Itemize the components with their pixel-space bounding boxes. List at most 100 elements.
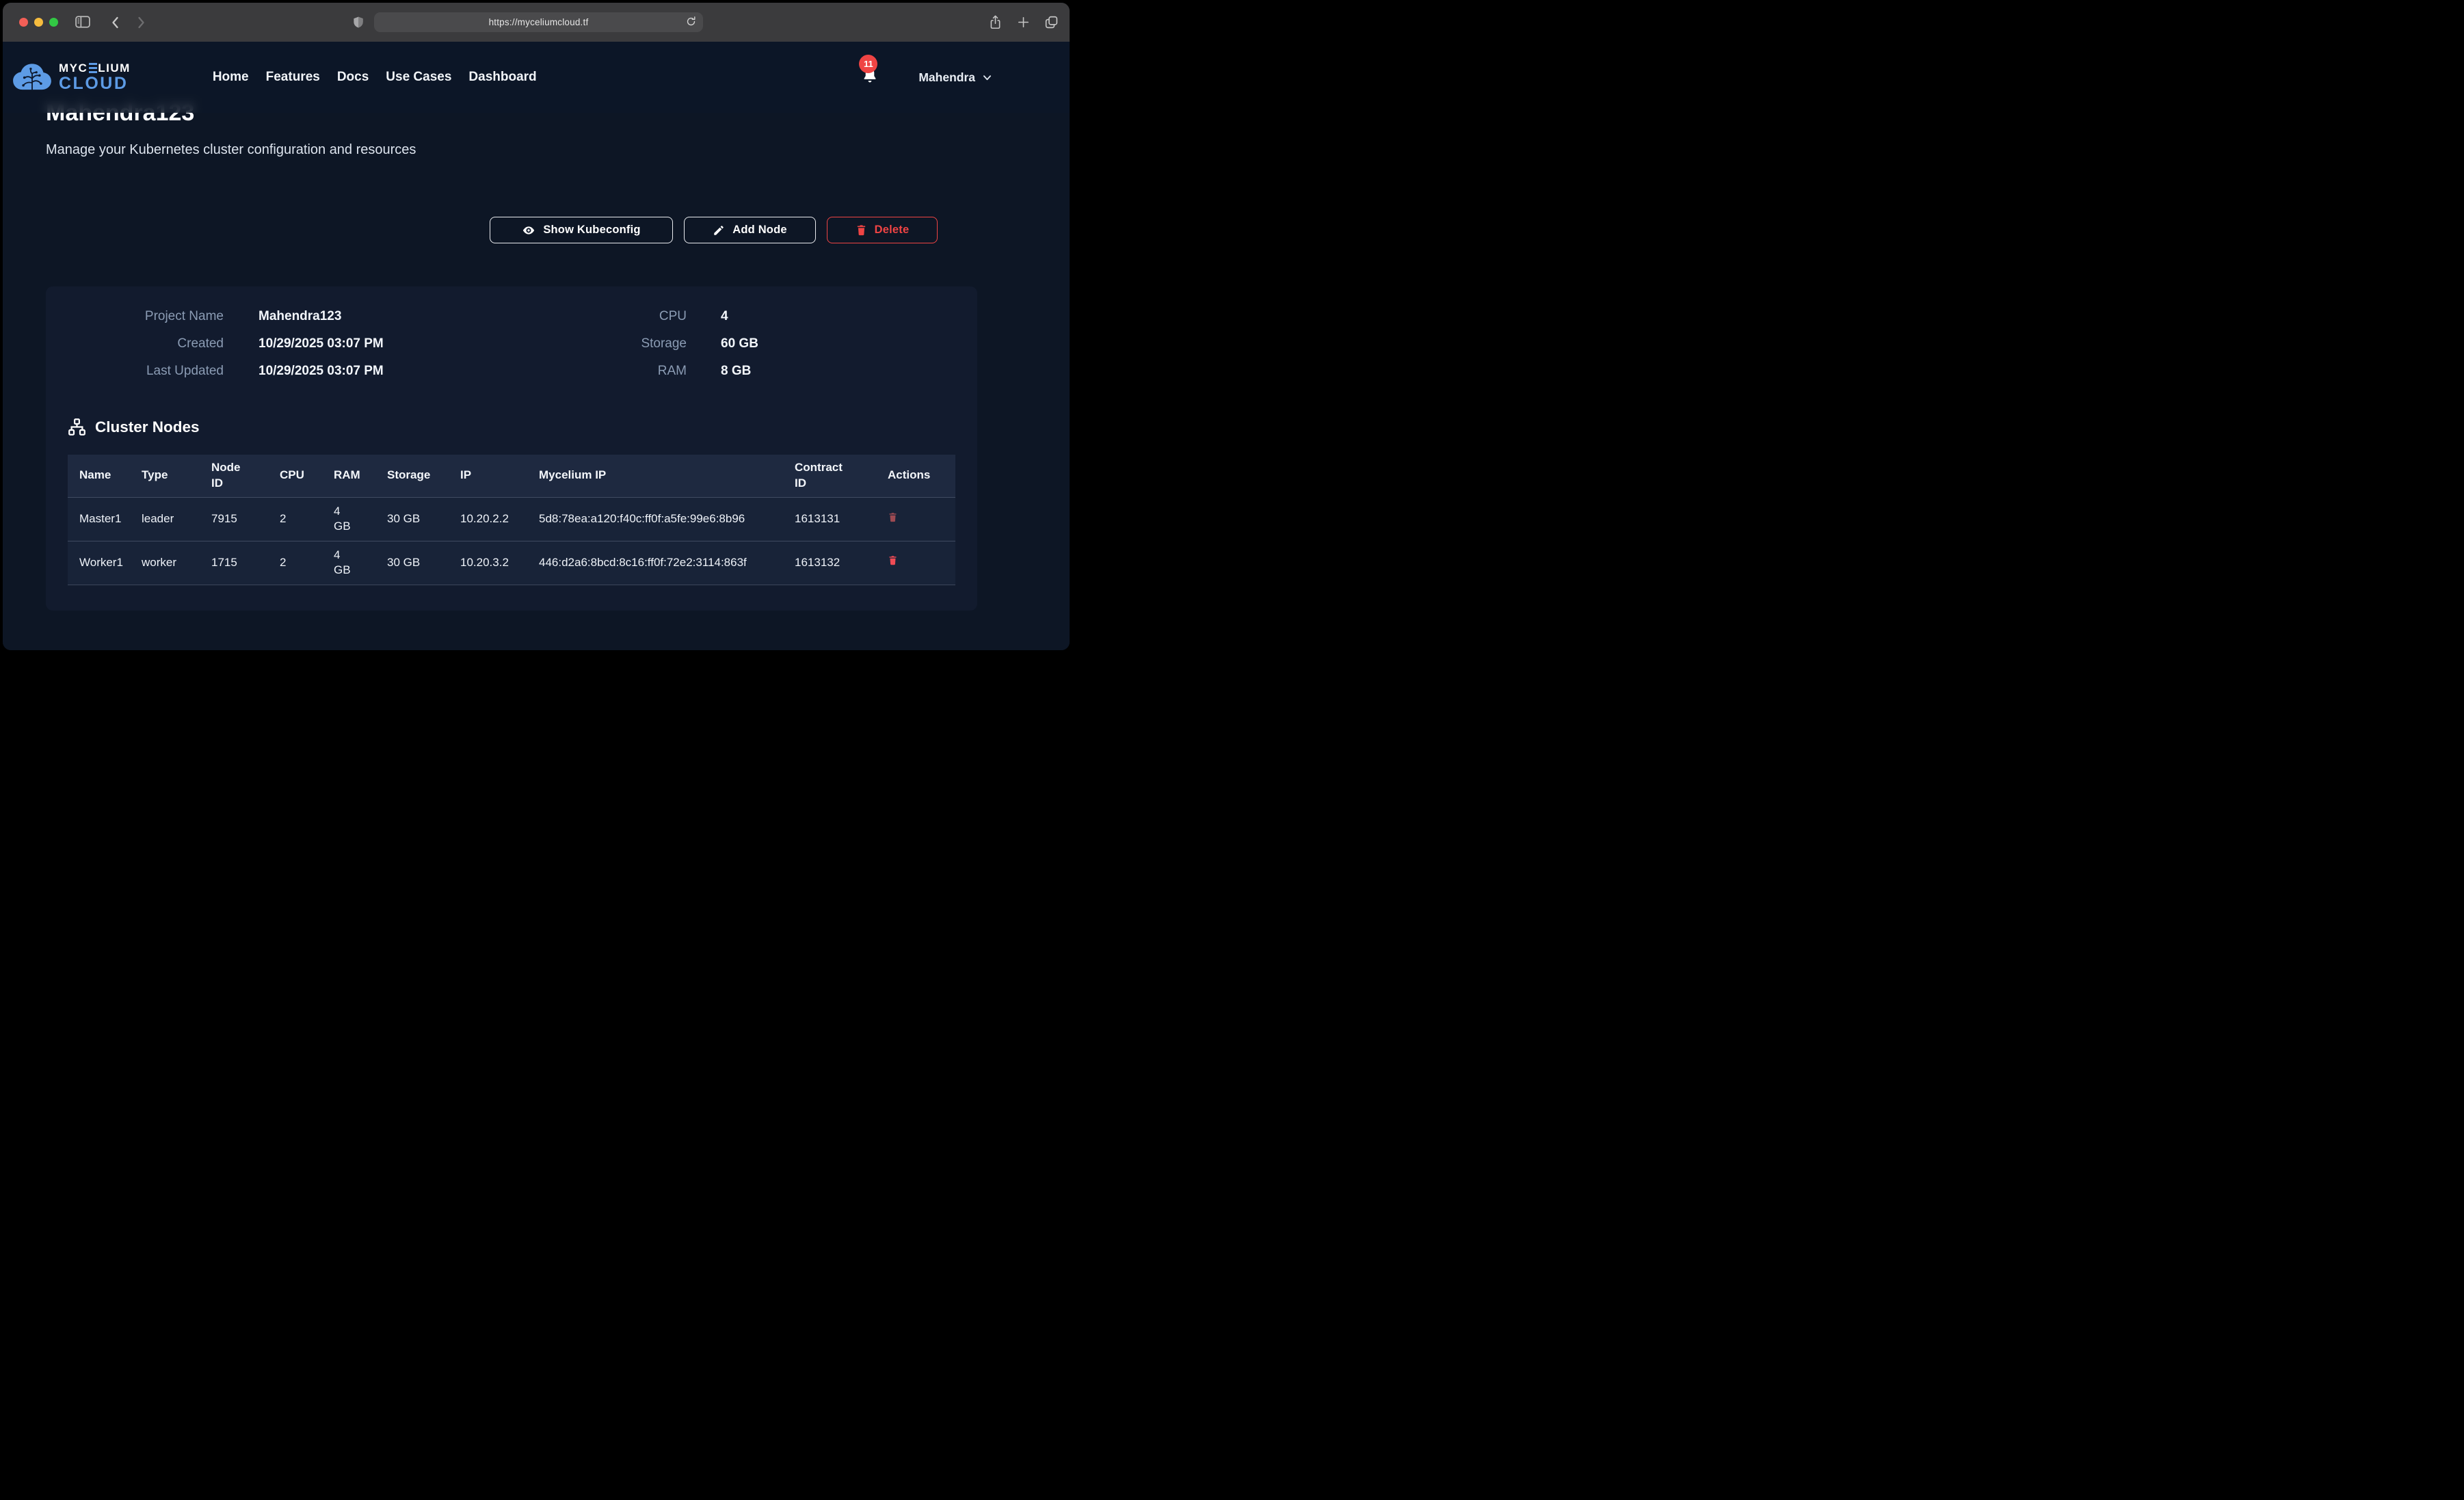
- minimize-window-button[interactable]: [34, 18, 43, 27]
- delete-node-button[interactable]: [888, 554, 898, 568]
- col-name: Name: [68, 455, 142, 497]
- nav-link-use-cases[interactable]: Use Cases: [386, 70, 451, 85]
- page-viewport: Mahendra123 Manage your Kubernetes clust…: [3, 42, 1070, 650]
- sidebar-toggle-icon[interactable]: [75, 16, 90, 28]
- trash-icon: [888, 554, 898, 566]
- privacy-shield-icon[interactable]: [352, 16, 365, 33]
- node-mycelium-ip: 446:d2a6:8bcd:8c16:ff0f:72e2:3114:863f: [539, 541, 795, 585]
- node-actions: [888, 497, 955, 541]
- trash-icon: [856, 224, 867, 237]
- mycelium-cloud-logo-icon: [11, 60, 53, 94]
- info-label: Created: [68, 336, 224, 351]
- back-button[interactable]: [109, 15, 122, 30]
- site-logo[interactable]: MYCLIUM CLOUD: [11, 60, 131, 94]
- col-ip: IP: [460, 455, 539, 497]
- browser-chrome: https://myceliumcloud.tf: [3, 3, 1070, 42]
- plus-icon: [1017, 16, 1030, 29]
- cluster-nodes-table: Name Type Node ID CPU RAM Storage IP Myc…: [68, 455, 955, 585]
- tab-overview-button[interactable]: [1044, 15, 1059, 29]
- zoom-window-button[interactable]: [49, 18, 58, 27]
- node-id: 7915: [211, 497, 280, 541]
- table-row: Worker1 worker 1715 2 4 GB 30 GB 10.20.3…: [68, 541, 955, 585]
- site-navbar: MYCLIUM CLOUD Home Features Docs Use Cas…: [3, 42, 1070, 113]
- node-actions: [888, 541, 955, 585]
- info-label: RAM: [564, 364, 687, 379]
- show-kubeconfig-button[interactable]: Show Kubeconfig: [490, 217, 673, 243]
- delete-node-button[interactable]: [888, 511, 898, 525]
- node-id: 1715: [211, 541, 280, 585]
- info-value: 8 GB: [721, 364, 751, 379]
- col-cpu: CPU: [280, 455, 334, 497]
- info-label: Project Name: [68, 309, 224, 324]
- user-name: Mahendra: [918, 70, 975, 85]
- cluster-actions: Show Kubeconfig Add Node Delete: [46, 217, 972, 243]
- forward-button[interactable]: [134, 15, 148, 30]
- show-kubeconfig-label: Show Kubeconfig: [543, 224, 640, 237]
- info-row-last-updated: Last Updated 10/29/2025 03:07 PM: [68, 364, 564, 379]
- info-label: Last Updated: [68, 364, 224, 379]
- delete-label: Delete: [875, 224, 910, 237]
- close-window-button[interactable]: [19, 18, 28, 27]
- nav-link-features[interactable]: Features: [266, 70, 320, 85]
- info-value: 60 GB: [721, 336, 758, 351]
- info-label: Storage: [564, 336, 687, 351]
- address-bar[interactable]: https://myceliumcloud.tf: [374, 12, 703, 32]
- user-menu[interactable]: Mahendra: [918, 70, 993, 85]
- info-label: CPU: [564, 309, 687, 324]
- table-header-row: Name Type Node ID CPU RAM Storage IP Myc…: [68, 455, 955, 497]
- node-ram: 4 GB: [334, 497, 387, 541]
- info-value: Mahendra123: [259, 309, 341, 324]
- nav-link-home[interactable]: Home: [213, 70, 249, 85]
- table-row: Master1 leader 7915 2 4 GB 30 GB 10.20.2…: [68, 497, 955, 541]
- logo-letter-e-icon: [89, 63, 97, 73]
- col-contract-id: Contract ID: [795, 455, 888, 497]
- tabs-overview-icon: [1044, 15, 1059, 29]
- back-chevron-icon: [109, 15, 122, 30]
- nav-link-dashboard[interactable]: Dashboard: [468, 70, 536, 85]
- col-storage: Storage: [387, 455, 460, 497]
- node-ip: 10.20.3.2: [460, 541, 539, 585]
- col-actions: Actions: [888, 455, 955, 497]
- share-icon: [988, 14, 1003, 30]
- logo-text-cloud: CLOUD: [59, 75, 131, 92]
- url-text: https://myceliumcloud.tf: [489, 17, 589, 27]
- nav-link-docs[interactable]: Docs: [337, 70, 369, 85]
- pencil-icon: [713, 224, 725, 237]
- logo-text-myc: MYC: [59, 62, 88, 74]
- trash-icon: [888, 511, 898, 523]
- sidebar-icon: [75, 16, 90, 28]
- node-type: leader: [142, 497, 211, 541]
- node-mycelium-ip: 5d8:78ea:a120:f40c:ff0f:a5fe:99e6:8b96: [539, 497, 795, 541]
- cluster-nodes-header: Cluster Nodes: [68, 418, 955, 436]
- info-row-project-name: Project Name Mahendra123: [68, 309, 564, 324]
- cluster-info-grid: Project Name Mahendra123 Created 10/29/2…: [68, 309, 955, 379]
- logo-wordmark: MYCLIUM CLOUD: [59, 62, 131, 92]
- nav-links: Home Features Docs Use Cases Dashboard: [213, 70, 537, 85]
- browser-window: https://myceliumcloud.tf: [3, 3, 1070, 650]
- add-node-button[interactable]: Add Node: [684, 217, 816, 243]
- reload-button[interactable]: [685, 16, 697, 27]
- node-contract-id: 1613131: [795, 497, 888, 541]
- node-cpu: 2: [280, 541, 334, 585]
- info-value: 10/29/2025 03:07 PM: [259, 364, 384, 379]
- eye-icon: [522, 224, 535, 237]
- info-value: 10/29/2025 03:07 PM: [259, 336, 384, 351]
- cluster-nodes-title: Cluster Nodes: [95, 418, 200, 436]
- network-icon: [68, 418, 86, 436]
- traffic-lights: [19, 18, 58, 27]
- node-ram: 4 GB: [334, 541, 387, 585]
- new-tab-button[interactable]: [1017, 16, 1030, 29]
- node-cpu: 2: [280, 497, 334, 541]
- notifications-button[interactable]: 11: [861, 66, 879, 88]
- col-mycelium-ip: Mycelium IP: [539, 455, 795, 497]
- node-type: worker: [142, 541, 211, 585]
- col-type: Type: [142, 455, 211, 497]
- info-row-created: Created 10/29/2025 03:07 PM: [68, 336, 564, 351]
- info-row-storage: Storage 60 GB: [564, 336, 758, 351]
- node-ip: 10.20.2.2: [460, 497, 539, 541]
- delete-cluster-button[interactable]: Delete: [827, 217, 938, 243]
- node-storage: 30 GB: [387, 497, 460, 541]
- share-button[interactable]: [988, 14, 1003, 30]
- info-row-cpu: CPU 4: [564, 309, 758, 324]
- col-node-id: Node ID: [211, 455, 280, 497]
